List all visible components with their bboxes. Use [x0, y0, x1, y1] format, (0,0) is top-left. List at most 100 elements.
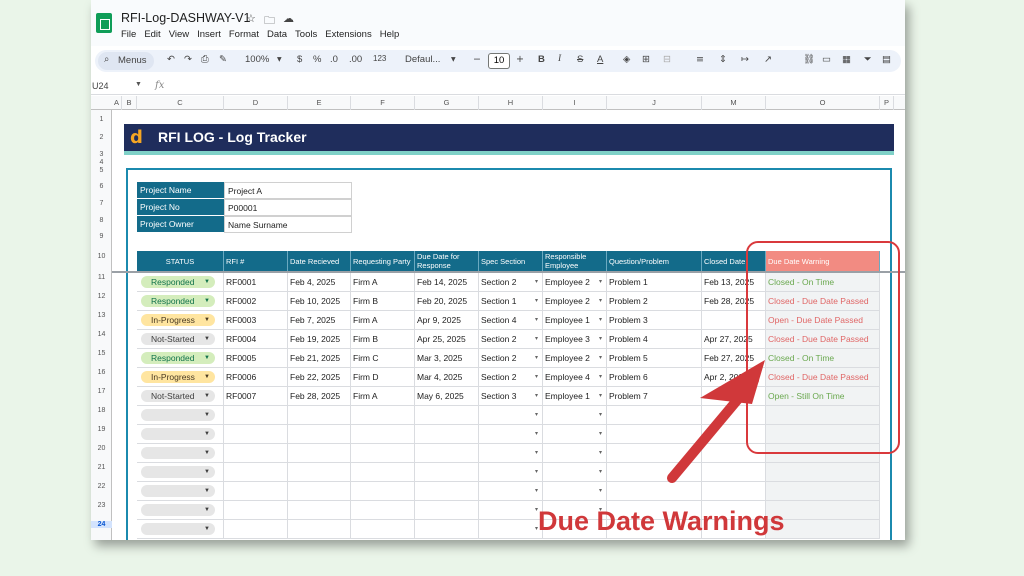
decrease-decimal-button[interactable]: .0 — [330, 54, 338, 65]
dropdown-caret-icon[interactable]: ▾ — [599, 292, 602, 310]
dropdown-caret-icon[interactable]: ▼ — [204, 371, 210, 383]
row-header-15[interactable]: 15 — [91, 350, 112, 357]
cell-rfi[interactable] — [224, 520, 288, 539]
cell-requesting-party[interactable]: Firm A — [351, 273, 415, 292]
row-header-20[interactable]: 20 — [91, 445, 112, 452]
cell-due-date[interactable] — [415, 463, 479, 482]
menu-file[interactable]: File — [121, 29, 136, 40]
cell-spec-section[interactable]: Section 2 ▾ — [479, 330, 543, 349]
dropdown-caret-icon[interactable]: ▼ — [204, 276, 210, 288]
cell-status[interactable]: ▼ — [137, 501, 224, 520]
cell-closed-date[interactable] — [702, 463, 766, 482]
cell-question[interactable] — [607, 463, 702, 482]
status-dropdown[interactable]: ▼ — [141, 466, 215, 478]
status-dropdown[interactable]: In-Progress ▼ — [141, 314, 215, 326]
link-icon[interactable]: ⛓ — [803, 54, 815, 65]
cell-responsible[interactable]: ▾ — [543, 425, 607, 444]
dropdown-caret-icon[interactable]: ▾ — [535, 444, 538, 462]
font-size-input[interactable]: 10 — [488, 53, 510, 69]
row-header-17[interactable]: 17 — [91, 388, 112, 395]
cell-date-received[interactable] — [288, 482, 351, 501]
cell-responsible[interactable]: Employee 2 ▾ — [543, 349, 607, 368]
name-box-caret-icon[interactable]: ▼ — [135, 81, 142, 88]
cell-due-date[interactable] — [415, 482, 479, 501]
cell-requesting-party[interactable]: Firm B — [351, 292, 415, 311]
menu-view[interactable]: View — [169, 29, 189, 40]
column-header-m[interactable]: M — [702, 96, 766, 110]
cell-spec-section[interactable]: Section 4 ▾ — [479, 311, 543, 330]
header-requesting-party[interactable]: Requesting Party — [351, 251, 415, 271]
menu-format[interactable]: Format — [229, 29, 259, 40]
cell-due-date[interactable]: Mar 4, 2025 — [415, 368, 479, 387]
cell-spec-section[interactable]: ▾ — [479, 520, 543, 539]
column-header-j[interactable]: J — [607, 96, 702, 110]
column-header-h[interactable]: H — [479, 96, 543, 110]
dropdown-caret-icon[interactable]: ▼ — [204, 390, 210, 402]
dropdown-caret-icon[interactable]: ▼ — [204, 485, 210, 497]
row-header-23[interactable]: 23 — [91, 502, 112, 509]
status-dropdown[interactable]: ▼ — [141, 428, 215, 440]
row-header-16[interactable]: 16 — [91, 369, 112, 376]
cell-date-received[interactable] — [288, 520, 351, 539]
cell-responsible[interactable]: ▾ — [543, 482, 607, 501]
chart-icon[interactable]: ▦ — [842, 54, 851, 65]
column-header-a[interactable]: A — [112, 96, 122, 110]
menu-data[interactable]: Data — [267, 29, 287, 40]
text-color-button[interactable]: A — [597, 54, 603, 65]
cell-requesting-party[interactable] — [351, 463, 415, 482]
status-dropdown[interactable]: ▼ — [141, 523, 215, 535]
cell-rfi[interactable] — [224, 501, 288, 520]
project-no-value[interactable]: P00001 — [224, 199, 352, 216]
cell-due-date[interactable]: May 6, 2025 — [415, 387, 479, 406]
project-owner-value[interactable]: Name Surname — [224, 216, 352, 233]
status-dropdown[interactable]: Not-Started ▼ — [141, 333, 215, 345]
status-dropdown[interactable]: ▼ — [141, 409, 215, 421]
status-dropdown[interactable]: Responded ▼ — [141, 295, 215, 307]
column-header-d[interactable]: D — [224, 96, 288, 110]
merge-cells-icon[interactable]: ⊟ — [663, 54, 671, 65]
cell-rfi[interactable]: RF0001 — [224, 273, 288, 292]
row-header-11[interactable]: 11 — [91, 274, 112, 281]
cell-due-date[interactable] — [415, 444, 479, 463]
dropdown-caret-icon[interactable]: ▼ — [204, 523, 210, 535]
redo-icon[interactable]: ↷ — [184, 54, 192, 65]
cell-date-received[interactable] — [288, 444, 351, 463]
cell-status[interactable]: In-Progress ▼ — [137, 368, 224, 387]
menu-edit[interactable]: Edit — [144, 29, 160, 40]
status-dropdown[interactable]: Responded ▼ — [141, 276, 215, 288]
dropdown-caret-icon[interactable]: ▾ — [599, 482, 602, 500]
status-dropdown[interactable]: ▼ — [141, 504, 215, 516]
column-header-b[interactable]: B — [122, 96, 137, 110]
cell-due-date[interactable] — [415, 425, 479, 444]
cell-requesting-party[interactable] — [351, 425, 415, 444]
cell-status[interactable]: Not-Started ▼ — [137, 330, 224, 349]
dropdown-caret-icon[interactable]: ▼ — [204, 447, 210, 459]
cell-spec-section[interactable]: ▾ — [479, 482, 543, 501]
cell-question[interactable]: Problem 2 — [607, 292, 702, 311]
filter-icon[interactable]: ⏷ — [864, 54, 872, 65]
dropdown-caret-icon[interactable]: ▾ — [599, 387, 602, 405]
column-header-p[interactable]: P — [880, 96, 894, 110]
menu-help[interactable]: Help — [380, 29, 400, 40]
cell-status[interactable]: ▼ — [137, 444, 224, 463]
dropdown-caret-icon[interactable]: ▾ — [535, 368, 538, 386]
dropdown-caret-icon[interactable]: ▾ — [599, 349, 602, 367]
menus-search-button[interactable]: ⌕ Menus — [98, 52, 154, 70]
row-header-2[interactable]: 2 — [91, 134, 112, 141]
status-dropdown[interactable]: ▼ — [141, 485, 215, 497]
star-icon[interactable]: ☆ — [246, 12, 256, 25]
menu-insert[interactable]: Insert — [197, 29, 221, 40]
dropdown-caret-icon[interactable]: ▾ — [599, 330, 602, 348]
row-header-22[interactable]: 22 — [91, 483, 112, 490]
currency-button[interactable]: $ — [297, 54, 302, 65]
paint-format-icon[interactable]: ✎ — [219, 54, 227, 65]
row-header-9[interactable]: 9 — [91, 233, 112, 240]
header-status[interactable]: STATUS — [137, 251, 224, 271]
cell-spec-section[interactable]: Section 1 ▾ — [479, 292, 543, 311]
borders-icon[interactable]: ⊞ — [642, 54, 650, 65]
font-caret-icon[interactable]: ▼ — [451, 56, 456, 63]
cell-rfi[interactable] — [224, 482, 288, 501]
cell-rfi[interactable]: RF0007 — [224, 387, 288, 406]
row-header-6[interactable]: 6 — [91, 183, 112, 190]
cell-spec-section[interactable]: Section 2 ▾ — [479, 368, 543, 387]
